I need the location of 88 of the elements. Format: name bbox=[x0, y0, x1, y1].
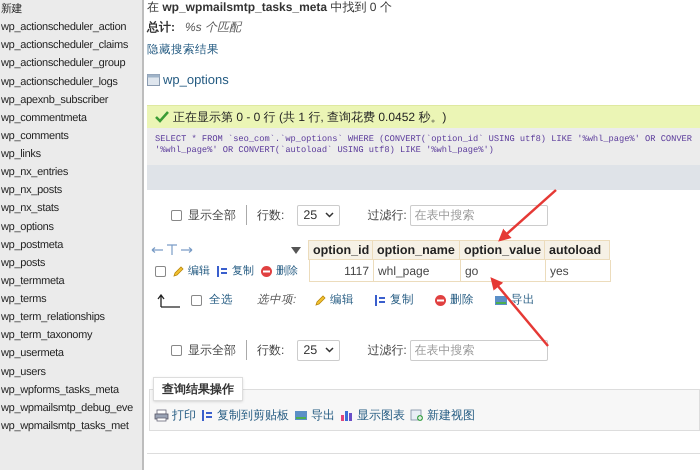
sidebar-item[interactable]: wp_actionscheduler_group bbox=[0, 54, 142, 72]
table-icon bbox=[147, 74, 160, 86]
rows-label: 行数: bbox=[257, 342, 284, 359]
filter-field[interactable]: 在表中搜索 bbox=[410, 204, 548, 226]
column-header[interactable]: option_name bbox=[372, 240, 460, 260]
filter-label: 过滤行: bbox=[367, 207, 407, 224]
total-value: %s 个匹配 bbox=[185, 19, 242, 36]
action-link[interactable]: 编辑 bbox=[314, 292, 354, 310]
action-link[interactable]: 新建视图 bbox=[410, 406, 475, 424]
sidebar-item[interactable]: wp_term_taxonomy bbox=[0, 326, 142, 344]
action-link[interactable]: 显示图表 bbox=[340, 406, 405, 424]
sidebar-item[interactable]: wp_actionscheduler_claims bbox=[0, 36, 142, 54]
table-cell: 1117 bbox=[309, 260, 374, 282]
sidebar-item[interactable]: wp_wpmailsmtp_tasks_met bbox=[0, 416, 142, 435]
pencil-icon bbox=[314, 294, 328, 307]
show-all-label: 显示全部 bbox=[188, 342, 236, 359]
rows-dropdown[interactable]: 25 bbox=[297, 204, 340, 226]
total-label: 总计: bbox=[147, 19, 175, 36]
arrow-annotation bbox=[490, 277, 549, 347]
table-cell: yes bbox=[545, 260, 611, 282]
sidebar-item[interactable]: wp_term_relationships bbox=[0, 308, 142, 326]
sidebar-item[interactable]: wp_apexnb_subscriber bbox=[0, 90, 142, 109]
delete-icon bbox=[434, 294, 448, 307]
action-link[interactable]: 删除 bbox=[434, 292, 474, 310]
new-view-icon bbox=[410, 408, 424, 422]
checkbox[interactable] bbox=[155, 266, 166, 276]
delete-icon bbox=[260, 264, 273, 278]
action-link[interactable]: 打印 bbox=[154, 406, 196, 424]
sidebar-item[interactable]: wp_wpforms_tasks_meta bbox=[0, 380, 142, 399]
sidebar-item[interactable]: wp_actionscheduler_logs bbox=[0, 72, 142, 91]
operations-legend: 查询结果操作 bbox=[153, 377, 243, 401]
action-link[interactable]: 导出 bbox=[494, 292, 536, 310]
show-all-label: 显示全部 bbox=[188, 207, 236, 224]
sidebar-item[interactable]: wp_commentmeta bbox=[0, 108, 142, 127]
rows-label: 行数: bbox=[257, 207, 284, 224]
with-selected-label: 选中项: bbox=[257, 292, 296, 308]
rows-dropdown[interactable]: 25 bbox=[297, 340, 340, 360]
success-message: 正在显示第 0 - 0 行 (共 1 行, 查询花费 0.0452 秒。) bbox=[147, 105, 700, 128]
checkbox[interactable] bbox=[191, 295, 202, 306]
action-link[interactable]: 复制 bbox=[374, 292, 414, 310]
checkbox[interactable] bbox=[171, 344, 182, 356]
sidebar-item[interactable]: wp_comments bbox=[0, 126, 142, 145]
action-link[interactable]: 导出 bbox=[294, 406, 335, 424]
sidebar-item[interactable]: wp_users bbox=[0, 362, 142, 381]
column-header[interactable]: autoload bbox=[544, 240, 610, 260]
pencil-icon bbox=[172, 264, 185, 278]
bars-icon bbox=[201, 408, 214, 422]
sidebar-item[interactable]: 新建 bbox=[0, 0, 142, 18]
sidebar-item[interactable]: wp_terms bbox=[0, 290, 142, 308]
column-header[interactable]: option_value bbox=[459, 240, 545, 260]
sidebar-item[interactable]: wp_options bbox=[0, 218, 142, 236]
checkbox[interactable] bbox=[171, 210, 182, 220]
export-icon bbox=[294, 408, 308, 422]
sidebar-item[interactable]: wp_usermeta bbox=[0, 344, 142, 362]
bar-chart-icon bbox=[340, 408, 354, 422]
checkmark-icon bbox=[155, 111, 169, 123]
filter-field[interactable]: 在表中搜索 bbox=[410, 340, 548, 360]
hide-results-link[interactable]: 隐藏搜索结果 bbox=[147, 42, 219, 60]
sidebar-item[interactable]: wp_wpmailsmtp_debug_eve bbox=[0, 398, 142, 417]
action-link[interactable]: 复制 bbox=[216, 262, 254, 280]
sidebar-item[interactable]: wp_nx_posts bbox=[0, 181, 142, 200]
up-arrow-icon bbox=[157, 294, 181, 308]
chevron-icon bbox=[325, 212, 334, 218]
sidebar-item[interactable]: wp_postmeta bbox=[0, 236, 142, 254]
sql-query-line: '%whl_page%' OR CONVERT(`autoload` USING utf8) LIKE '%whl_page%') bbox=[155, 145, 495, 156]
table-link[interactable]: wp_options bbox=[163, 70, 229, 90]
sql-query-line: SELECT * FROM `seo_com`.`wp_options` WHERE (CONVERT(`option_id` USING utf8) LIKE '%whl_page%' OR CONVER bbox=[155, 134, 693, 145]
column-header[interactable]: option_id bbox=[308, 240, 373, 260]
printer-icon bbox=[154, 408, 169, 422]
sidebar-item[interactable]: wp_actionscheduler_action bbox=[0, 18, 142, 36]
export-icon bbox=[494, 294, 508, 307]
action-link[interactable]: 复制到剪贴板 bbox=[201, 406, 289, 424]
action-link[interactable]: 删除 bbox=[260, 262, 298, 280]
filter-label: 过滤行: bbox=[367, 342, 407, 359]
chevron-icon bbox=[325, 347, 334, 353]
action-link[interactable]: 编辑 bbox=[172, 262, 210, 280]
sort-triangle-icon[interactable] bbox=[291, 246, 301, 254]
bars-icon bbox=[374, 294, 388, 307]
bars-icon bbox=[216, 264, 229, 278]
select-all-link[interactable]: 全选 bbox=[209, 292, 233, 310]
arrow-annotation bbox=[498, 189, 557, 242]
sidebar-item[interactable]: wp_links bbox=[0, 145, 142, 164]
sidebar-item[interactable]: wp_nx_stats bbox=[0, 199, 142, 218]
sidebar-item[interactable]: wp_nx_entries bbox=[0, 163, 142, 182]
search-summary: 在 wp_wpmailsmtp_tasks_meta 中找到 0 个 bbox=[147, 0, 393, 16]
column-move-icon[interactable] bbox=[151, 244, 193, 256]
sidebar-item[interactable]: wp_termmeta bbox=[0, 272, 142, 290]
sidebar-item[interactable]: wp_posts bbox=[0, 254, 142, 272]
